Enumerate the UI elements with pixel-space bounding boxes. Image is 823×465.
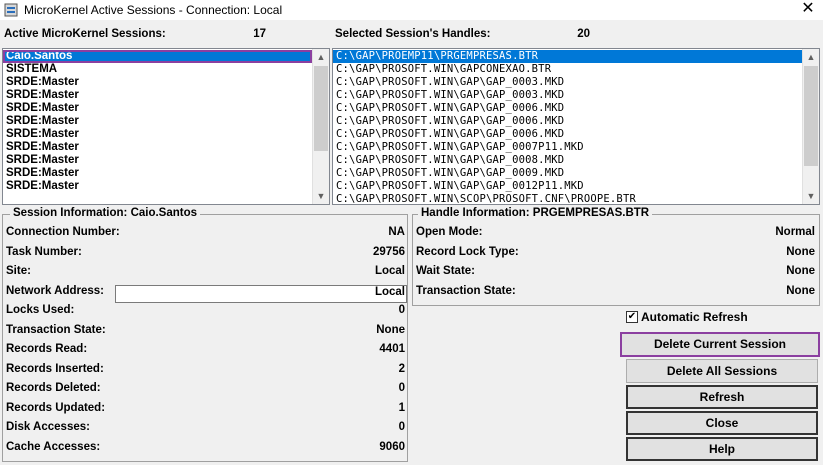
scroll-down-icon[interactable]: ▼	[803, 188, 819, 204]
session-info-value: 4401	[379, 343, 405, 355]
handle-list-item[interactable]: C:\GAP\PROSOFT.WIN\GAP\GAP_0003.MKD	[333, 89, 802, 102]
session-info-label: Network Address:	[6, 285, 104, 297]
session-list-item[interactable]: Caio.Santos	[3, 50, 312, 63]
session-list-item[interactable]: SRDE:Master	[3, 180, 312, 193]
handle-list-item[interactable]: C:\GAP\PROSOFT.WIN\GAP\GAP_0006.MKD	[333, 115, 802, 128]
handle-info-title: Handle Information: PRGEMPRESAS.BTR	[418, 207, 653, 219]
delete-all-sessions-button[interactable]: Delete All Sessions	[626, 359, 818, 383]
scroll-up-icon[interactable]: ▲	[803, 49, 819, 65]
session-info-label: Connection Number:	[6, 226, 120, 238]
handle-list-item[interactable]: C:\GAP\PROSOFT.WIN\GAP\GAP_0008.MKD	[333, 154, 802, 167]
session-info-value: 29756	[373, 246, 405, 258]
handle-info-label: Open Mode:	[416, 226, 483, 238]
handle-list-item[interactable]: C:\GAP\PROSOFT.WIN\GAP\GAP_0012P11.MKD	[333, 180, 802, 193]
auto-refresh-checkbox[interactable]: ✔	[626, 311, 638, 323]
handle-info-value: None	[786, 265, 815, 277]
handle-list-item[interactable]: C:\GAP\PROSOFT.WIN\GAPCONEXAO.BTR	[333, 63, 802, 76]
session-info-label: Cache Accesses:	[6, 441, 101, 453]
session-info-label: Records Deleted:	[6, 382, 101, 394]
session-list-item[interactable]: SISTEMA	[3, 63, 312, 76]
handle-list-item[interactable]: C:\GAP\PROSOFT.WIN\GAP\GAP_0007P11.MKD	[333, 141, 802, 154]
session-info-label: Records Inserted:	[6, 363, 104, 375]
session-info-value: 0	[398, 382, 405, 394]
scroll-up-icon[interactable]: ▲	[313, 49, 329, 65]
handle-info-value: None	[786, 285, 815, 297]
help-button[interactable]: Help	[626, 437, 818, 461]
session-info-title: Session Information: Caio.Santos	[10, 207, 201, 219]
session-info-label: Records Read:	[6, 343, 88, 355]
handles-count: 20	[577, 28, 590, 40]
handle-list-item[interactable]: C:\GAP\PROSOFT.WIN\GAP\GAP_0006.MKD	[333, 102, 802, 115]
session-info-value: 1	[398, 402, 405, 414]
handle-list-item[interactable]: C:\GAP\PROSOFT.WIN\GAP\GAP_0003.MKD	[333, 76, 802, 89]
handle-info-label: Transaction State:	[416, 285, 516, 297]
handle-list-item[interactable]: C:\GAP\PROSOFT.WIN\GAP\GAP_0006.MKD	[333, 128, 802, 141]
handles-list[interactable]: C:\GAP\PROEMP11\PRGEMPRESAS.BTR C:\GAP\PR…	[332, 48, 820, 205]
session-list-item[interactable]: SRDE:Master	[3, 115, 312, 128]
session-info-value: 0	[398, 421, 405, 433]
scroll-thumb[interactable]	[804, 66, 818, 166]
scroll-down-icon[interactable]: ▼	[313, 188, 329, 204]
session-info-value: Local	[374, 286, 405, 298]
handle-info-label: Record Lock Type:	[416, 246, 519, 258]
session-info-label: Locks Used:	[6, 304, 75, 316]
handle-info-value: Normal	[775, 226, 815, 238]
window-title: MicroKernel Active Sessions - Connection…	[24, 3, 283, 17]
handle-info-label: Wait State:	[416, 265, 475, 277]
sessions-label: Active MicroKernel Sessions:	[4, 28, 166, 40]
refresh-button[interactable]: Refresh	[626, 385, 818, 409]
session-list-item[interactable]: SRDE:Master	[3, 141, 312, 154]
app-icon	[4, 3, 18, 17]
auto-refresh-label: Automatic Refresh	[641, 310, 748, 324]
session-info-label: Transaction State:	[6, 324, 106, 336]
delete-current-session-button[interactable]: Delete Current Session	[620, 332, 820, 357]
session-list-item[interactable]: SRDE:Master	[3, 76, 312, 89]
session-info-value: Local	[374, 265, 405, 277]
close-button[interactable]: Close	[626, 411, 818, 435]
session-info-label: Site:	[6, 265, 31, 277]
session-list-item[interactable]: SRDE:Master	[3, 102, 312, 115]
session-info-value: None	[376, 324, 405, 336]
session-list-item[interactable]: SRDE:Master	[3, 167, 312, 180]
session-info-label: Records Updated:	[6, 402, 106, 414]
close-window-icon[interactable]: ✕	[797, 0, 819, 19]
sessions-scrollbar[interactable]: ▲ ▼	[312, 49, 329, 204]
handle-list-item[interactable]: C:\GAP\PROSOFT.WIN\SCOP\PROSOFT.CNF\PROO…	[333, 193, 802, 204]
session-info-value: 9060	[379, 441, 405, 453]
handle-list-item[interactable]: C:\GAP\PROEMP11\PRGEMPRESAS.BTR	[333, 50, 802, 63]
session-info-value: 2	[398, 363, 405, 375]
handle-list-item[interactable]: C:\GAP\PROSOFT.WIN\GAP\GAP_0009.MKD	[333, 167, 802, 180]
session-info-label: Disk Accesses:	[6, 421, 90, 433]
handles-scrollbar[interactable]: ▲ ▼	[802, 49, 819, 204]
session-list-item[interactable]: SRDE:Master	[3, 128, 312, 141]
handles-label: Selected Session's Handles:	[335, 28, 491, 40]
handle-info-value: None	[786, 246, 815, 258]
session-list-item[interactable]: SRDE:Master	[3, 89, 312, 102]
session-info-value: NA	[388, 226, 405, 238]
session-list-item[interactable]: SRDE:Master	[3, 154, 312, 167]
session-info-value: 0	[398, 304, 405, 316]
sessions-list[interactable]: Caio.Santos SISTEMA SRDE:Master SRDE:Master…	[2, 48, 330, 205]
session-info-label: Task Number:	[6, 246, 82, 258]
sessions-count: 17	[253, 28, 266, 40]
scroll-thumb[interactable]	[314, 66, 328, 151]
